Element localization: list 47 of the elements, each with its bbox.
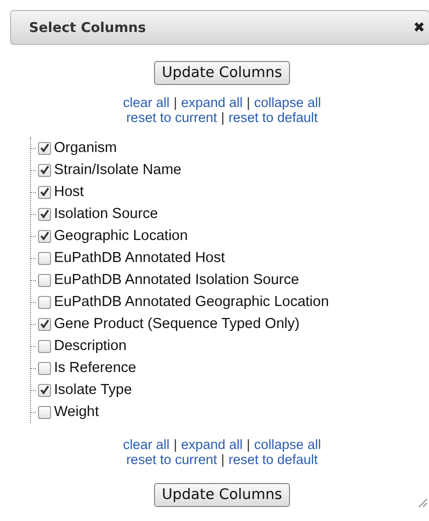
checkbox[interactable]: [38, 186, 51, 198]
checkbox[interactable]: [38, 252, 51, 264]
checkbox[interactable]: [38, 230, 51, 242]
column-label: EuPathDB Annotated Geographic Location: [54, 294, 329, 310]
separator: |: [220, 452, 224, 467]
column-label: Isolation Source: [54, 206, 158, 222]
link[interactable]: reset to default: [228, 452, 318, 467]
link[interactable]: expand all: [181, 437, 243, 452]
resize-grip-icon[interactable]: [418, 498, 428, 508]
checkbox[interactable]: [38, 208, 51, 220]
update-columns-button[interactable]: Update Columns: [154, 483, 290, 507]
checkbox[interactable]: [38, 406, 51, 418]
checkbox[interactable]: [38, 318, 51, 330]
column-label: Description: [54, 338, 127, 354]
column-label: Strain/Isolate Name: [54, 162, 182, 178]
link[interactable]: expand all: [181, 95, 243, 110]
column-label: Is Reference: [54, 360, 136, 376]
link[interactable]: reset to current: [126, 110, 217, 125]
separator: |: [220, 110, 224, 125]
link[interactable]: collapse all: [254, 95, 321, 110]
checkbox[interactable]: [38, 274, 51, 286]
checkbox[interactable]: [38, 362, 51, 374]
link[interactable]: clear all: [123, 437, 170, 452]
separator: |: [246, 437, 250, 452]
checkbox[interactable]: [38, 384, 51, 396]
update-columns-button[interactable]: Update Columns: [154, 61, 290, 85]
link[interactable]: collapse all: [254, 437, 321, 452]
column-label: Geographic Location: [54, 228, 188, 244]
separator: |: [174, 437, 178, 452]
column-label: Gene Product (Sequence Typed Only): [54, 316, 300, 332]
column-label: EuPathDB Annotated Isolation Source: [54, 272, 300, 288]
link[interactable]: reset to current: [126, 452, 217, 467]
dialog-title: Select Columns: [29, 20, 146, 36]
separator: |: [246, 95, 250, 110]
separator: |: [174, 95, 178, 110]
checkbox[interactable]: [38, 296, 51, 308]
column-label: Isolate Type: [54, 382, 132, 398]
close-button[interactable]: ✖: [411, 20, 427, 36]
column-label: Host: [54, 184, 84, 200]
link[interactable]: reset to default: [228, 110, 318, 125]
column-label: Organism: [54, 140, 117, 156]
column-label: Weight: [54, 404, 99, 420]
checkbox[interactable]: [38, 340, 51, 352]
column-label: EuPathDB Annotated Host: [54, 250, 225, 266]
link[interactable]: clear all: [123, 95, 170, 110]
checkbox[interactable]: [38, 164, 51, 176]
checkbox[interactable]: [38, 142, 51, 154]
